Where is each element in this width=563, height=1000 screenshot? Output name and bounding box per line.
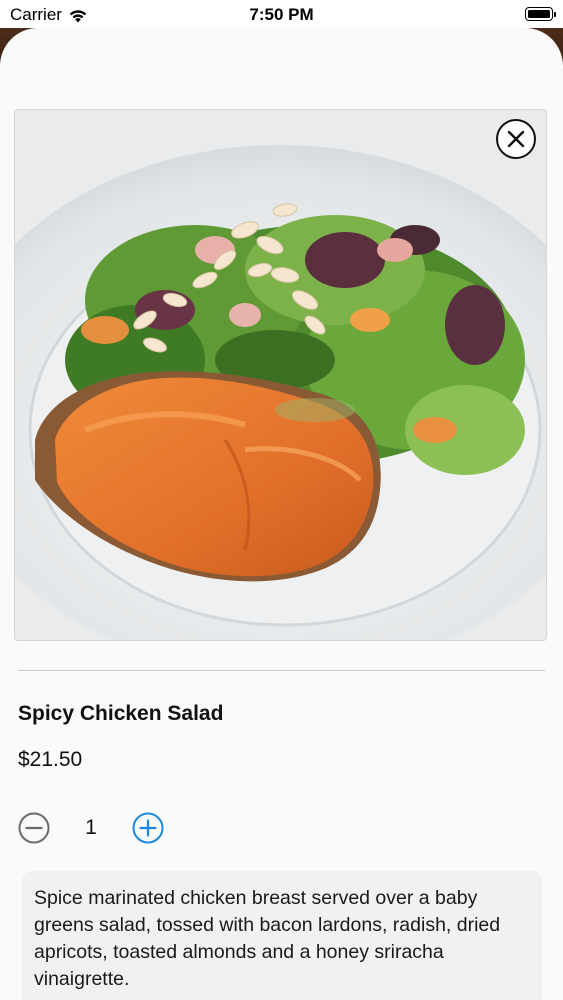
item-description: Spice marinated chicken breast served ov…	[34, 887, 501, 990]
status-bar: Carrier 7:50 PM	[0, 0, 563, 28]
item-name: Spicy Chicken Salad	[18, 702, 224, 725]
salad-photo-image	[15, 110, 546, 640]
plus-circle-icon[interactable]	[132, 812, 164, 844]
section-divider	[18, 670, 545, 671]
minus-circle-icon[interactable]	[18, 812, 50, 844]
battery-icon	[525, 7, 556, 21]
item-photo	[14, 109, 547, 641]
app-screen: Carrier 7:50 PM Spicy Chicken Salad $21.…	[0, 0, 563, 1000]
quantity-value: 1	[85, 816, 97, 839]
item-description-box: Spice marinated chicken breast served ov…	[22, 871, 542, 1000]
quantity-stepper: 1	[18, 812, 218, 844]
item-detail-sheet: Spicy Chicken Salad $21.50 1 Spice marin…	[0, 28, 563, 1000]
close-icon	[507, 130, 525, 148]
status-time: 7:50 PM	[249, 5, 314, 24]
close-button[interactable]	[496, 119, 536, 159]
item-price: $21.50	[18, 748, 83, 771]
